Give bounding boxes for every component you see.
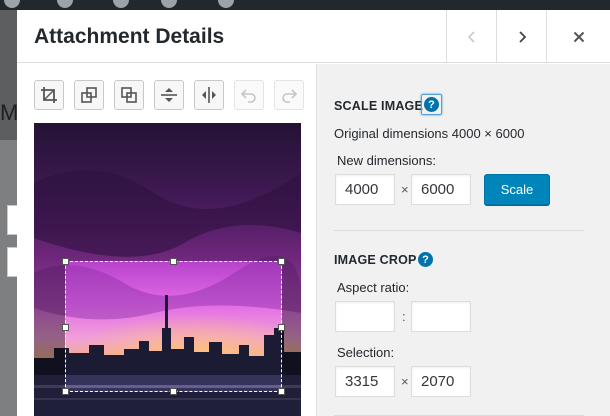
chevron-left-icon	[467, 30, 475, 43]
undo-button[interactable]	[234, 80, 264, 110]
flip-horizontal-icon	[202, 87, 216, 103]
close-icon	[573, 31, 584, 42]
scale-width-input[interactable]	[335, 174, 395, 205]
rotate-right-icon	[121, 87, 137, 103]
scale-height-input[interactable]	[411, 174, 471, 205]
crop-help-icon[interactable]: ?	[418, 252, 433, 267]
home-icon	[113, 0, 129, 8]
scale-help-icon[interactable]: ?	[424, 97, 439, 112]
aspect-ratio-separator: :	[402, 309, 406, 324]
flip-horizontal-button[interactable]	[194, 80, 224, 110]
editable-image[interactable]	[34, 123, 301, 416]
scale-button[interactable]: Scale	[484, 174, 550, 205]
wordpress-logo-icon	[57, 0, 73, 8]
next-attachment-button[interactable]	[496, 10, 546, 63]
flip-vertical-icon	[161, 88, 177, 102]
selection-height-input[interactable]	[411, 366, 471, 397]
scale-separator: ×	[401, 182, 409, 197]
selection-label: Selection:	[337, 345, 395, 360]
crop-handle-top-right[interactable]	[278, 258, 285, 265]
redo-button[interactable]	[274, 80, 304, 110]
rotate-left-icon	[81, 87, 97, 103]
rotate-right-button[interactable]	[114, 80, 144, 110]
crop-handle-bottom[interactable]	[170, 388, 177, 395]
image-editor	[17, 64, 316, 416]
crop-icon	[41, 87, 57, 103]
crop-handle-top[interactable]	[170, 258, 177, 265]
modal-header: Attachment Details	[17, 10, 610, 63]
admin-page-edge	[0, 140, 18, 416]
crop-selection[interactable]	[62, 258, 285, 395]
image-settings-sidebar: SCALE IMAGE ? Original dimensions 4000 ×…	[316, 64, 610, 416]
attachment-details-modal: Attachment Details SCALE IMAGE ? Origina…	[17, 10, 610, 416]
comments-icon	[161, 0, 177, 8]
crop-button[interactable]	[34, 80, 64, 110]
image-crop-heading: IMAGE CROP	[334, 253, 417, 267]
crop-handle-bottom-left[interactable]	[62, 388, 69, 395]
selection-separator: ×	[401, 374, 409, 389]
selection-width-input[interactable]	[335, 366, 395, 397]
crop-handle-top-left[interactable]	[62, 258, 69, 265]
scale-image-heading: SCALE IMAGE	[334, 99, 424, 113]
rotate-left-button[interactable]	[74, 80, 104, 110]
aspect-ratio-height-input[interactable]	[411, 301, 471, 332]
admin-top-bar	[0, 0, 610, 10]
plus-icon	[218, 0, 234, 8]
section-divider	[334, 230, 584, 231]
redo-icon	[282, 89, 298, 103]
modal-title: Attachment Details	[34, 25, 225, 48]
menu-icon	[4, 0, 20, 8]
original-dimensions-text: Original dimensions 4000 × 6000	[334, 126, 525, 141]
close-modal-button[interactable]	[546, 10, 610, 63]
aspect-ratio-label: Aspect ratio:	[337, 280, 410, 295]
aspect-ratio-width-input[interactable]	[335, 301, 395, 332]
crop-handle-bottom-right[interactable]	[278, 388, 285, 395]
crop-handle-right[interactable]	[278, 324, 285, 331]
flip-vertical-button[interactable]	[154, 80, 184, 110]
chevron-right-icon	[518, 30, 526, 43]
admin-page-heading-fragment: M	[0, 100, 19, 125]
undo-icon	[240, 89, 256, 103]
previous-attachment-button[interactable]	[446, 10, 496, 63]
new-dimensions-label: New dimensions:	[337, 153, 436, 168]
crop-handle-left[interactable]	[62, 324, 69, 331]
